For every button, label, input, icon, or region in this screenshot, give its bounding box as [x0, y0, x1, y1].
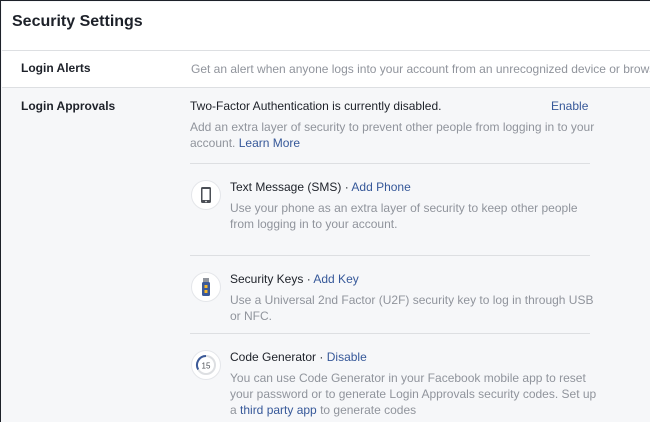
code-generator-icon-text: 15 [202, 362, 211, 371]
method-security-keys-description: Use a Universal 2nd Factor (U2F) securit… [230, 293, 594, 323]
usb-key-icon [191, 272, 221, 302]
add-key-link[interactable]: Add Key [313, 272, 358, 286]
method-code-generator-description: You can use Code Generator in your Faceb… [230, 371, 597, 417]
method-code-generator-title: Code Generator · Disable [230, 350, 367, 364]
login-approvals-label: Login Approvals [21, 99, 116, 113]
code-generator-icon: 15 [191, 350, 221, 380]
method-security-keys-title: Security Keys · Add Key [230, 272, 359, 286]
security-settings-panel: Security Settings Login Alerts Get an al… [0, 0, 650, 422]
login-alerts-row[interactable]: Login Alerts Get an alert when anyone lo… [2, 51, 650, 88]
add-phone-link[interactable]: Add Phone [351, 180, 410, 194]
method-sms-description: Use your phone as an extra layer of secu… [230, 201, 578, 231]
phone-icon [191, 180, 221, 210]
two-factor-status: Two-Factor Authentication is currently d… [190, 99, 442, 113]
learn-more-link[interactable]: Learn More [239, 136, 300, 150]
disable-code-generator-link[interactable]: Disable [327, 350, 367, 364]
divider [190, 163, 590, 164]
method-sms-title: Text Message (SMS) · Add Phone [230, 180, 411, 194]
page-title: Security Settings [12, 13, 143, 30]
login-approvals-section: Login Approvals Two-Factor Authenticatio… [2, 88, 650, 422]
login-alerts-label: Login Alerts [21, 61, 91, 75]
settings-header: Security Settings [2, 2, 650, 51]
third-party-app-link[interactable]: third party app [240, 403, 317, 417]
divider [190, 333, 590, 334]
login-approvals-intro: Add an extra layer of security to preven… [190, 119, 605, 151]
login-alerts-description: Get an alert when anyone logs into your … [191, 62, 650, 76]
enable-button[interactable]: Enable [551, 99, 588, 113]
divider [190, 255, 590, 256]
